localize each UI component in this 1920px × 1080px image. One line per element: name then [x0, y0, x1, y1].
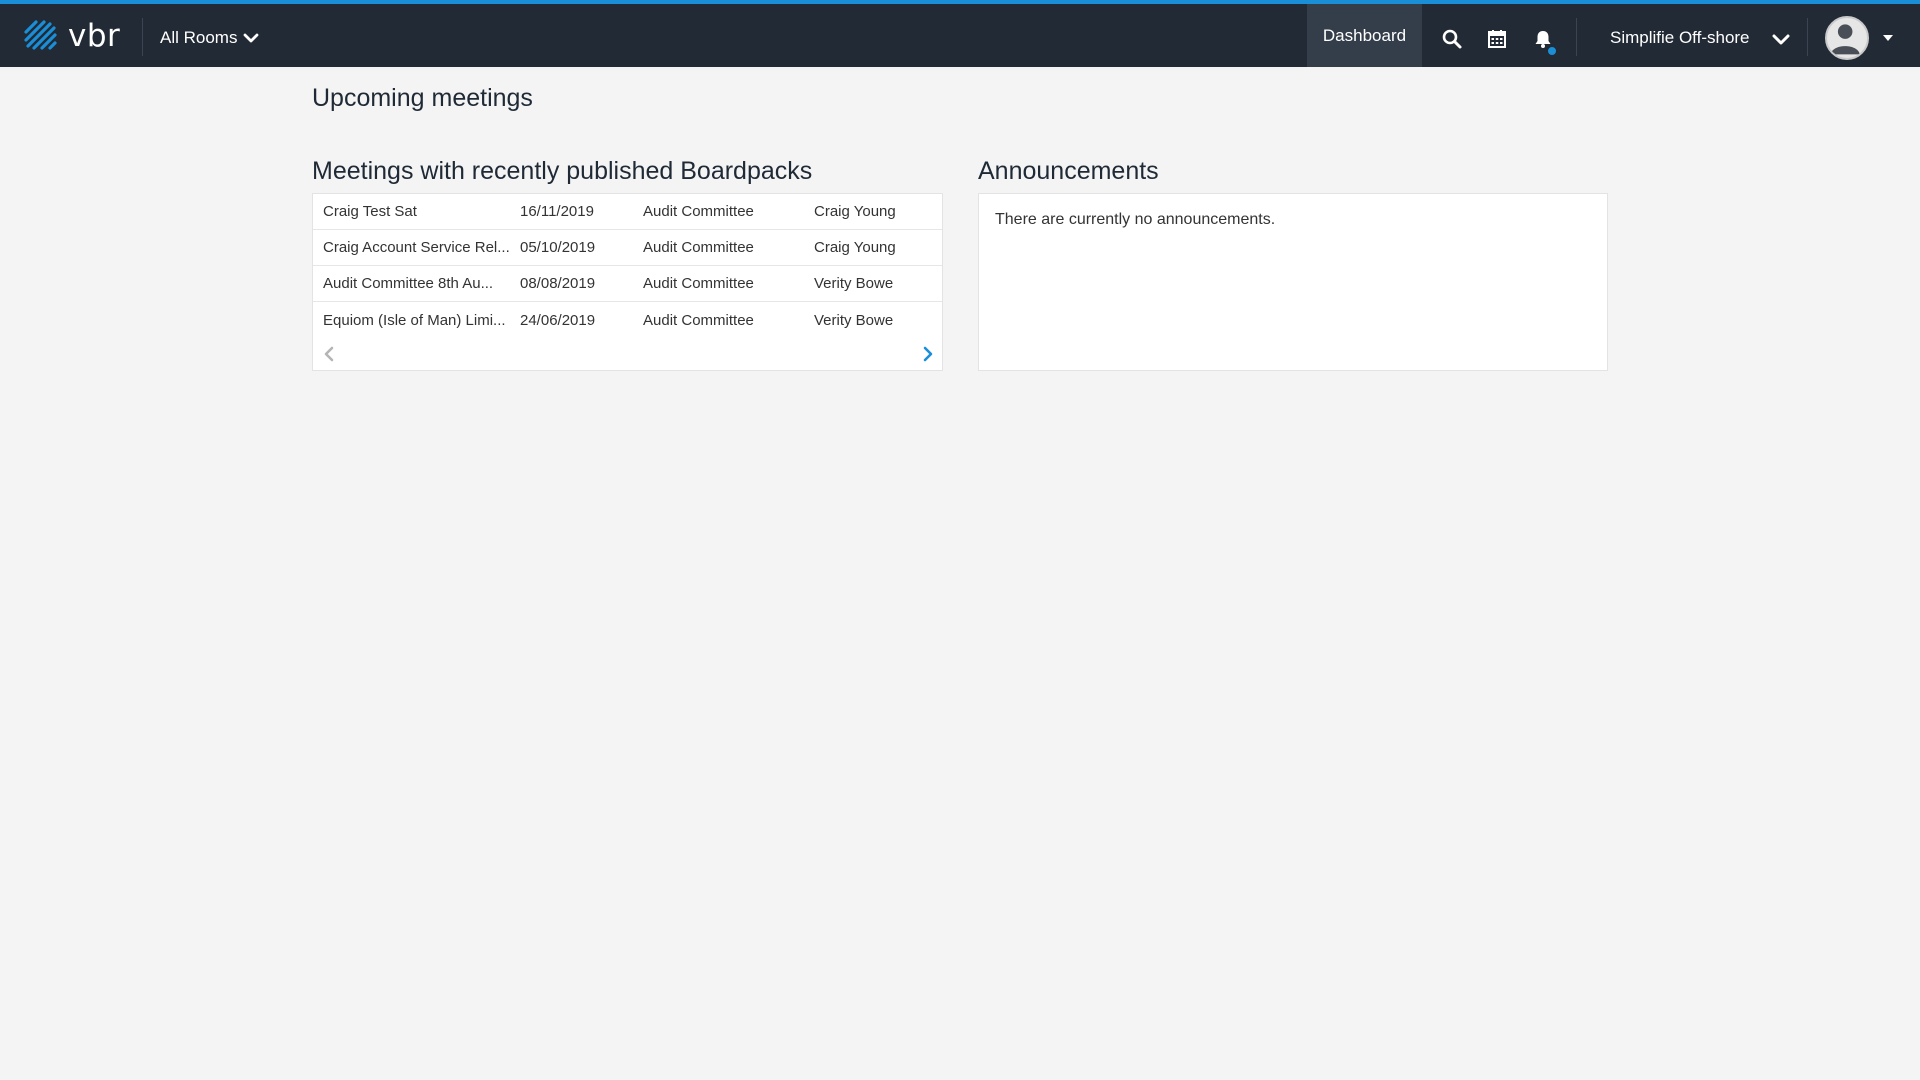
meeting-name: Audit Committee 8th Au... [323, 275, 494, 292]
meeting-person: Verity Bowe [814, 275, 894, 292]
announcements-empty-text: There are currently no announcements. [995, 211, 1276, 228]
meetings-heading: Meetings with recently published Boardpa… [312, 157, 813, 185]
search-icon[interactable] [1441, 28, 1463, 50]
meeting-date: 16/11/2019 [520, 203, 594, 220]
meeting-name: Craig Account Service Rel... [323, 239, 510, 256]
chevron-left-icon[interactable] [321, 345, 337, 363]
logo-text: vbr [68, 17, 121, 54]
user-avatar-icon[interactable] [1825, 16, 1869, 60]
top-nav-bar: vbr All Rooms Dashboard Simplifie Off-sh… [0, 0, 1920, 67]
vbr-logo-icon [24, 20, 57, 50]
meeting-committee: Audit Committee [643, 203, 754, 220]
meeting-person: Verity Bowe [814, 311, 894, 329]
user-menu-caret-icon[interactable] [1883, 35, 1893, 41]
page-title: Upcoming meetings [312, 84, 533, 112]
meeting-person: Craig Young [814, 239, 896, 256]
meeting-committee: Audit Committee [643, 239, 754, 256]
meeting-date: 08/08/2019 [520, 275, 596, 292]
table-pager [313, 338, 942, 370]
notification-dot [1546, 45, 1558, 57]
meeting-committee: Audit Committee [643, 311, 754, 329]
meeting-date: 05/10/2019 [520, 239, 596, 256]
all-rooms-dropdown[interactable]: All Rooms [160, 24, 259, 52]
meeting-committee: Audit Committee [643, 275, 754, 292]
announcements-panel: There are currently no announcements. [978, 193, 1608, 371]
meeting-name: Equiom (Isle of Man) Limi... [323, 311, 506, 329]
table-row[interactable]: Craig Account Service Rel... 05/10/2019 … [313, 230, 942, 266]
calendar-icon[interactable] [1486, 28, 1508, 50]
dashboard-label: Dashboard [1322, 25, 1407, 45]
meetings-table: Craig Test Sat 16/11/2019 Audit Committe… [312, 193, 943, 371]
nav-divider [1807, 18, 1808, 56]
meeting-date: 24/06/2019 [520, 311, 596, 329]
chevron-down-icon[interactable] [1771, 30, 1791, 50]
organisation-label: Simplifie Off-shore [1610, 28, 1750, 47]
table-row[interactable]: Craig Test Sat 16/11/2019 Audit Committe… [313, 194, 942, 230]
nav-divider [142, 18, 143, 56]
announcements-heading: Announcements [978, 157, 1159, 185]
table-row[interactable]: Equiom (Isle of Man) Limi... 24/06/2019 … [313, 302, 942, 338]
tab-dashboard[interactable]: Dashboard [1307, 4, 1422, 67]
chevron-down-icon [244, 33, 259, 43]
chevron-right-icon[interactable] [920, 345, 936, 363]
meeting-name: Craig Test Sat [323, 203, 417, 220]
all-rooms-label: All Rooms [160, 28, 238, 47]
organisation-selector[interactable]: Simplifie Off-shore [1610, 24, 1750, 52]
nav-divider [1576, 18, 1577, 56]
meeting-person: Craig Young [814, 203, 896, 220]
app-logo[interactable]: vbr [22, 18, 120, 54]
table-row[interactable]: Audit Committee 8th Au... 08/08/2019 Aud… [313, 266, 942, 302]
